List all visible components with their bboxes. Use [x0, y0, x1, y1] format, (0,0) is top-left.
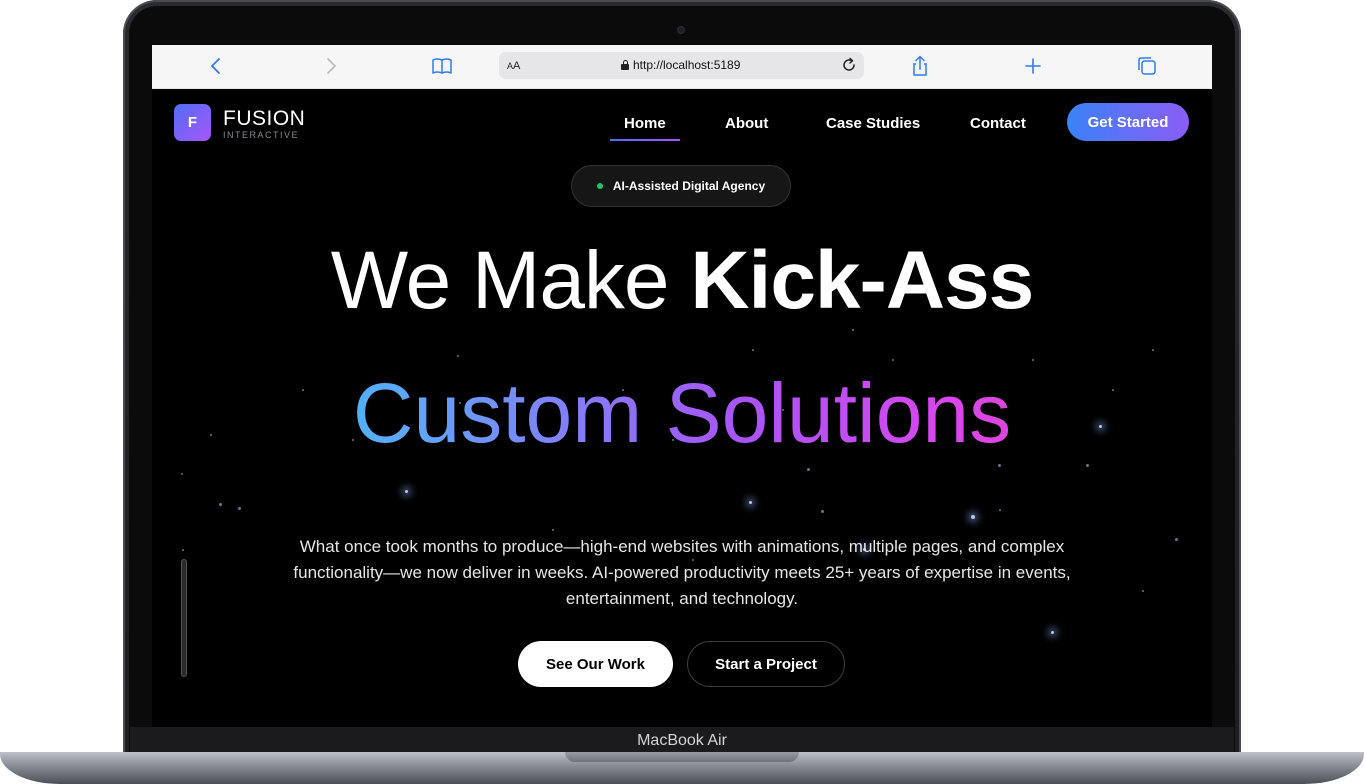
laptop-notch	[565, 752, 799, 762]
forward-icon[interactable]	[319, 55, 341, 77]
logo-subtitle: INTERACTIVE	[223, 130, 300, 140]
star	[999, 509, 1001, 511]
get-started-button[interactable]: Get Started	[1067, 103, 1189, 141]
screen: AA http://localhost:5189 F FUSION INTERA…	[152, 45, 1212, 727]
star	[1032, 359, 1034, 361]
nav-active-underline	[610, 139, 680, 141]
star	[181, 473, 183, 475]
nav-home[interactable]: Home	[624, 115, 666, 132]
hero-paragraph: What once took months to produce—high-en…	[293, 537, 1071, 608]
reader-text-size-button[interactable]: AA	[507, 60, 520, 72]
hero-headline: We Make Kick-Ass	[152, 233, 1212, 329]
nav-case-studies[interactable]: Case Studies	[826, 115, 920, 132]
badge-label: AI-Assisted Digital Agency	[612, 179, 766, 193]
share-icon[interactable]	[909, 55, 931, 77]
star	[821, 510, 824, 513]
star	[1051, 631, 1054, 634]
star	[807, 468, 810, 471]
logo-mark[interactable]: F	[174, 104, 211, 141]
see-our-work-button[interactable]: See Our Work	[518, 641, 673, 687]
url-display[interactable]: http://localhost:5189	[621, 58, 740, 72]
website: F FUSION INTERACTIVE Home About Case Stu…	[152, 89, 1212, 727]
nav-contact[interactable]: Contact	[970, 115, 1026, 132]
star	[749, 501, 752, 504]
star	[892, 359, 894, 361]
device-label: MacBook Air	[130, 727, 1234, 755]
tabs-icon[interactable]	[1136, 55, 1158, 77]
address-bar[interactable]: AA http://localhost:5189	[499, 52, 864, 79]
scroll-indicator[interactable]	[181, 559, 187, 677]
reload-icon[interactable]	[840, 56, 858, 74]
headline-light: We Make	[330, 235, 691, 326]
star	[219, 503, 222, 506]
back-icon[interactable]	[206, 55, 228, 77]
star	[1142, 590, 1144, 592]
star	[182, 549, 184, 551]
star	[457, 355, 459, 357]
star	[405, 490, 408, 493]
agency-badge: AI-Assisted Digital Agency	[571, 165, 791, 207]
star	[1175, 538, 1178, 541]
star	[852, 329, 854, 331]
star	[1152, 349, 1154, 351]
star	[971, 515, 975, 519]
camera	[677, 26, 685, 34]
browser-toolbar: AA http://localhost:5189	[152, 45, 1212, 89]
star	[238, 507, 241, 510]
star	[752, 349, 754, 351]
nav-about[interactable]: About	[725, 115, 768, 132]
bookmarks-icon[interactable]	[431, 55, 453, 77]
star	[998, 464, 1001, 467]
star	[1086, 464, 1089, 467]
start-project-button[interactable]: Start a Project	[687, 641, 845, 687]
url-text: http://localhost:5189	[633, 58, 741, 72]
new-tab-icon[interactable]	[1022, 55, 1044, 77]
hero-gradient-headline: Custom Solutions	[152, 363, 1212, 463]
headline-bold: Kick-Ass	[690, 235, 1034, 326]
star	[552, 529, 554, 531]
status-dot	[596, 183, 603, 189]
lock-icon	[621, 60, 629, 70]
logo-name[interactable]: FUSION	[223, 107, 305, 131]
